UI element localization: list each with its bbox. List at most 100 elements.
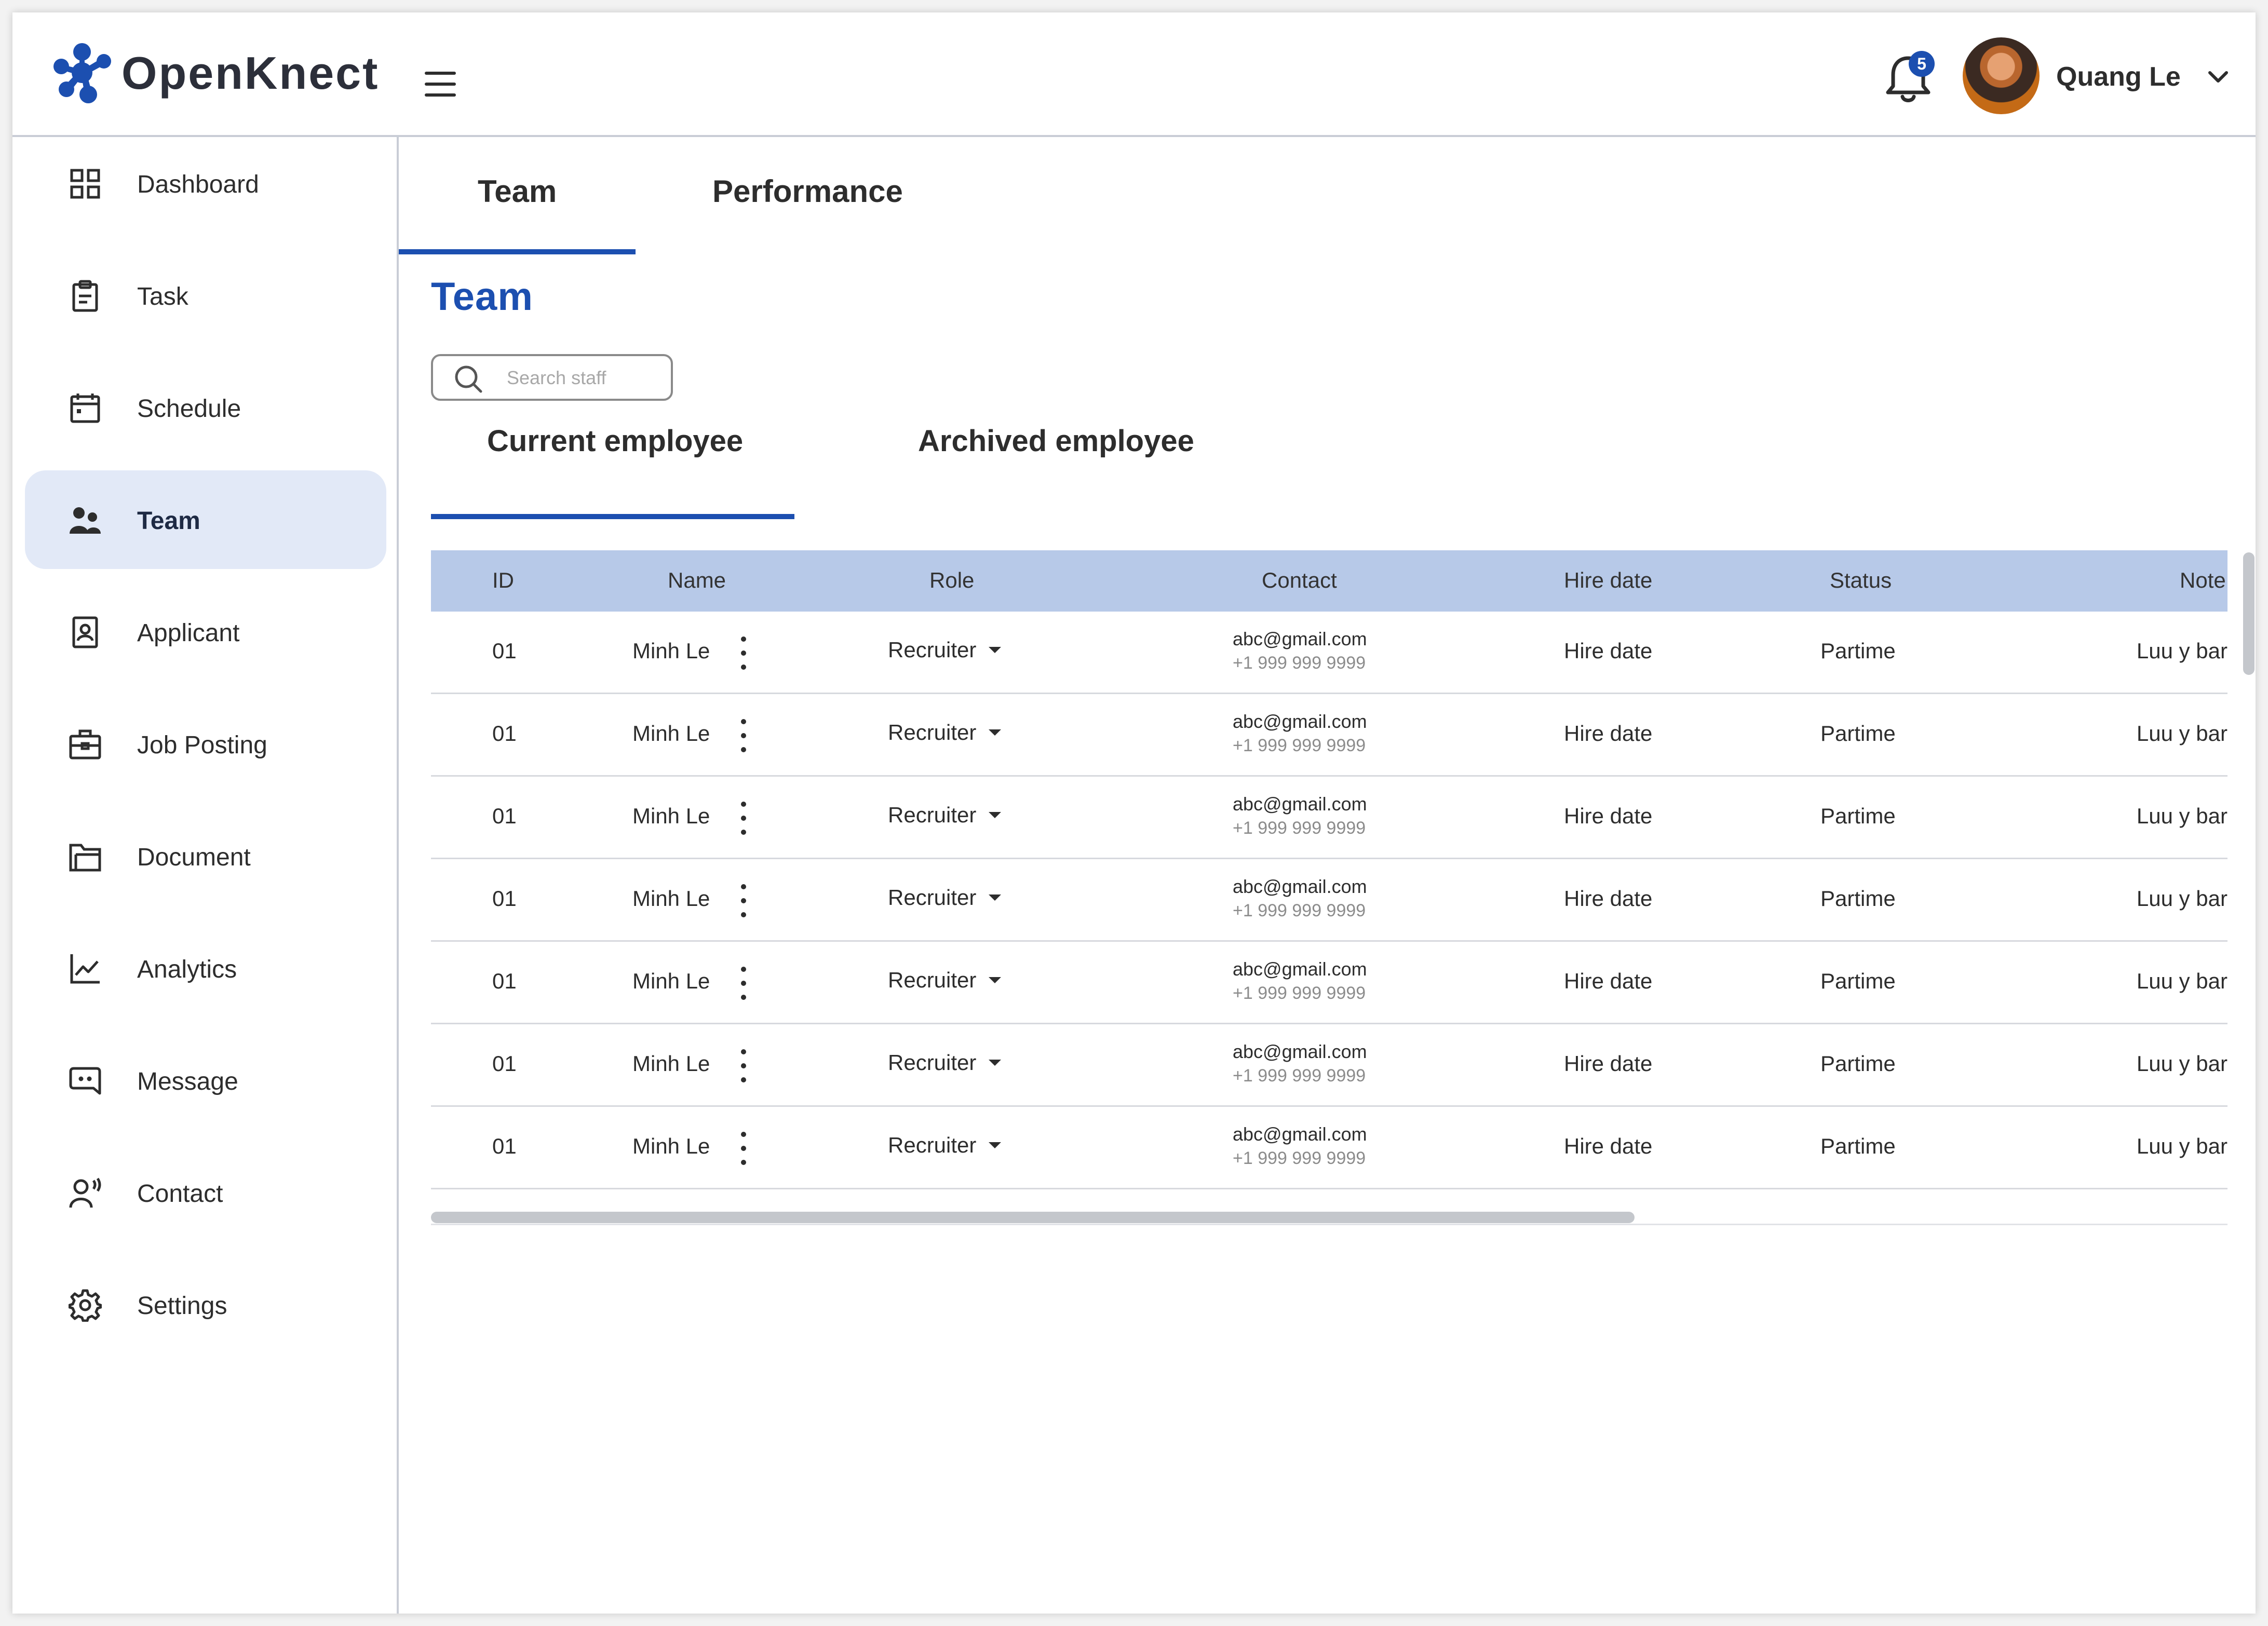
applicant-icon: [72, 616, 98, 648]
search-icon[interactable]: [453, 363, 484, 395]
column-header-role[interactable]: Role: [929, 568, 974, 593]
cell-role: Recruiter: [888, 1050, 977, 1075]
sidebar-item-job-posting[interactable]: Job Posting: [25, 695, 386, 793]
cell-note: Luu y bar: [2136, 969, 2228, 993]
table-row[interactable]: 01 Minh Le Recruiter abc@gmail.com +1 999 99…: [431, 777, 2228, 859]
table-row[interactable]: 01 Minh Le Recruiter abc@gmail.com +1 999 99…: [431, 942, 2228, 1024]
role-dropdown[interactable]: Recruiter: [888, 720, 1002, 749]
column-header-id[interactable]: ID: [492, 568, 514, 593]
column-header-note[interactable]: Note: [2180, 568, 2226, 593]
user-name[interactable]: Quang Le: [2056, 61, 2181, 92]
caret-down-icon: [989, 1060, 1002, 1066]
role-dropdown[interactable]: Recruiter: [888, 1133, 1002, 1162]
caret-down-icon: [989, 647, 1002, 653]
notification-badge: 5: [1909, 51, 1935, 77]
tab-performance[interactable]: Performance: [712, 173, 903, 209]
role-dropdown[interactable]: Recruiter: [888, 803, 1002, 832]
horizontal-scrollbar-thumb[interactable]: [431, 1212, 1635, 1223]
sidebar-item-analytics[interactable]: Analytics: [25, 919, 386, 1018]
table-header: ID Name Role Contact Hire date Status No…: [431, 550, 2228, 612]
cell-hire-date: Hire date: [1564, 969, 1653, 993]
cell-status: Partime: [1820, 969, 1896, 993]
table-row[interactable]: 01 Minh Le Recruiter abc@gmail.com +1 999 99…: [431, 694, 2228, 777]
cell-email: abc@gmail.com: [1233, 711, 1367, 732]
more-options-icon[interactable]: [737, 634, 750, 672]
more-options-icon[interactable]: [737, 800, 750, 837]
tab-team[interactable]: Team: [478, 173, 557, 209]
more-options-icon[interactable]: [737, 882, 750, 919]
cell-phone: +1 999 999 9999: [1233, 1148, 1366, 1168]
vertical-scrollbar-thumb[interactable]: [2243, 552, 2254, 675]
sidebar-item-team[interactable]: Team: [25, 470, 386, 569]
sidebar-item-label: Team: [137, 507, 200, 535]
column-header-status[interactable]: Status: [1830, 568, 1892, 593]
table-row[interactable]: 01 Minh Le Recruiter abc@gmail.com +1 999 99…: [431, 1107, 2228, 1189]
column-header-hire-date[interactable]: Hire date: [1564, 568, 1652, 593]
sidebar-item-label: Applicant: [137, 619, 240, 647]
tab-archived-employee[interactable]: Archived employee: [918, 424, 1194, 458]
table-row[interactable]: 01 Minh Le Recruiter abc@gmail.com +1 999 99…: [431, 1024, 2228, 1107]
cell-role: Recruiter: [888, 638, 977, 662]
sidebar-item-contact[interactable]: Contact: [25, 1143, 386, 1242]
caret-down-icon: [989, 895, 1002, 901]
cell-email: abc@gmail.com: [1233, 793, 1367, 815]
caret-down-icon: [989, 977, 1002, 983]
table-row[interactable]: 01 Minh Le Recruiter abc@gmail.com +1 999 99…: [431, 859, 2228, 942]
cell-name: Minh Le: [632, 1134, 710, 1158]
search-box: [431, 354, 673, 401]
cell-email: abc@gmail.com: [1233, 1041, 1367, 1062]
sidebar-item-document[interactable]: Document: [25, 807, 386, 905]
sidebar-item-label: Contact: [137, 1180, 223, 1208]
cell-status: Partime: [1820, 639, 1896, 663]
sidebar-item-dashboard[interactable]: Dashboard: [25, 134, 386, 233]
cell-status: Partime: [1820, 1134, 1896, 1158]
role-dropdown[interactable]: Recruiter: [888, 1050, 1002, 1079]
horizontal-scrollbar[interactable]: [431, 1210, 2228, 1225]
cell-name: Minh Le: [632, 721, 710, 746]
cell-phone: +1 999 999 9999: [1233, 901, 1366, 920]
column-header-contact[interactable]: Contact: [1262, 568, 1337, 593]
table-row[interactable]: 01 Minh Le Recruiter abc@gmail.com +1 999 99…: [431, 612, 2228, 694]
chevron-down-icon[interactable]: [2206, 64, 2231, 89]
cell-email: abc@gmail.com: [1233, 876, 1367, 897]
sidebar-item-settings[interactable]: Settings: [25, 1255, 386, 1354]
tab-current-employee[interactable]: Current employee: [487, 424, 743, 458]
active-tab-indicator: [399, 249, 636, 254]
more-options-icon[interactable]: [737, 717, 750, 754]
more-options-icon[interactable]: [737, 1130, 750, 1167]
more-options-icon[interactable]: [737, 965, 750, 1002]
gear-icon: [69, 1289, 102, 1322]
cell-id: 01: [492, 639, 517, 663]
sidebar-item-applicant[interactable]: Applicant: [25, 582, 386, 681]
sidebar-item-schedule[interactable]: Schedule: [25, 358, 386, 457]
sidebar-item-label: Dashboard: [137, 171, 259, 198]
role-dropdown[interactable]: Recruiter: [888, 885, 1002, 914]
cell-role: Recruiter: [888, 803, 977, 827]
cell-email: abc@gmail.com: [1233, 958, 1367, 980]
menu-toggle-button[interactable]: [425, 71, 456, 98]
avatar[interactable]: [1963, 37, 2040, 114]
sidebar-item-task[interactable]: Task: [25, 246, 386, 345]
role-dropdown[interactable]: Recruiter: [888, 968, 1002, 997]
cell-hire-date: Hire date: [1564, 721, 1653, 746]
calendar-icon: [70, 394, 100, 423]
dashboard-icon: [70, 169, 100, 199]
cell-phone: +1 999 999 9999: [1233, 653, 1366, 673]
column-header-name[interactable]: Name: [668, 568, 726, 593]
search-input[interactable]: [506, 363, 664, 392]
cell-role: Recruiter: [888, 885, 977, 910]
cell-id: 01: [492, 804, 517, 828]
cell-status: Partime: [1820, 1051, 1896, 1076]
role-dropdown[interactable]: Recruiter: [888, 638, 1002, 667]
cell-note: Luu y bar: [2136, 721, 2228, 746]
cell-id: 01: [492, 969, 517, 993]
openknect-logo-icon[interactable]: [50, 40, 117, 108]
sidebar-item-label: Analytics: [137, 956, 237, 983]
caret-down-icon: [989, 729, 1002, 736]
more-options-icon[interactable]: [737, 1047, 750, 1085]
sidebar-item-label: Schedule: [137, 395, 241, 423]
sidebar-item-message[interactable]: Message: [25, 1031, 386, 1130]
main-content: Team Performance Team Current employee A…: [399, 137, 2256, 1614]
cell-note: Luu y bar: [2136, 1051, 2228, 1076]
cell-hire-date: Hire date: [1564, 1051, 1653, 1076]
